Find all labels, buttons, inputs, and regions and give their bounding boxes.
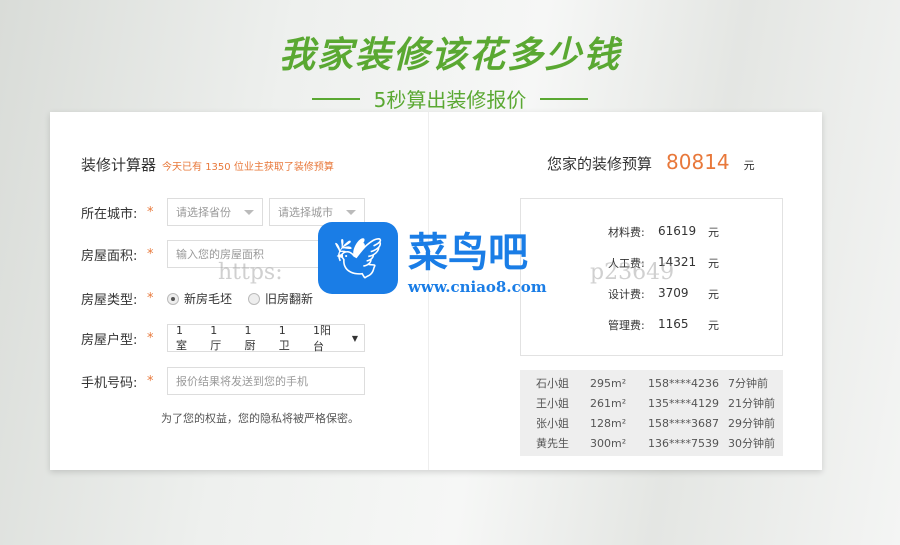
required-star: *: [147, 330, 154, 346]
list-item: 石小姐 295m² 158****4236 7分钟前: [520, 373, 783, 393]
quote-time: 7分钟前: [728, 377, 768, 390]
layout-kitchen: 1厨: [244, 323, 256, 352]
required-star: *: [147, 246, 154, 262]
divider: [311, 97, 360, 100]
quote-name: 王小姐: [536, 397, 569, 410]
fee-value: 1165: [658, 317, 689, 331]
required-star: *: [147, 291, 154, 306]
quote-name: 黄先生: [536, 437, 569, 450]
calculator-title-text: 装修计算器: [81, 156, 157, 174]
fee-unit: 元: [708, 319, 719, 332]
quote-time: 29分钟前: [728, 417, 775, 430]
layout-room: 1室: [176, 323, 187, 352]
watermark-faint-text: https:: [218, 260, 283, 285]
quote-phone: 158****4236: [648, 376, 719, 390]
radio-renovate-label: 旧房翻新: [265, 292, 314, 306]
radio-renovate[interactable]: 旧房翻新: [248, 290, 313, 307]
phone-placeholder: 报价结果将发送到您的手机: [176, 375, 308, 388]
watermark-name: 菜鸟吧: [408, 229, 528, 276]
quote-time: 30分钟前: [728, 437, 775, 450]
fee-value: 61619: [658, 224, 697, 238]
phone-label: 手机号码:: [81, 375, 138, 391]
province-select[interactable]: 请选择省份: [167, 198, 263, 226]
layout-hall: 1厅: [210, 323, 222, 352]
quote-time: 21分钟前: [728, 397, 775, 410]
layout-row: 房屋户型: * 1室 1厅 1厨 1卫 1阳台 ▼: [81, 323, 365, 353]
fee-row: 管理费: 1165 元: [608, 317, 719, 333]
radio-new-label: 新房毛坯: [184, 292, 233, 306]
radio-new[interactable]: 新房毛坯: [167, 290, 232, 307]
type-row: 房屋类型: * 新房毛坯 旧房翻新: [81, 289, 329, 308]
budget-total: 80814: [666, 150, 730, 174]
list-item: 张小姐 128m² 158****3687 29分钟前: [520, 413, 783, 433]
fee-value: 3709: [658, 286, 689, 300]
fee-row: 材料费: 61619 元: [608, 224, 719, 240]
fee-unit: 元: [708, 257, 719, 270]
area-label: 房屋面积:: [81, 248, 138, 264]
watermark-url: www.cniao8.com: [408, 278, 547, 296]
watermark-faint-text: p23649: [590, 260, 675, 285]
phone-input[interactable]: 报价结果将发送到您的手机: [167, 367, 365, 395]
fee-unit: 元: [708, 226, 719, 239]
calculator-hint: 今天已有 1350 位业主获取了装修预算: [162, 162, 334, 173]
chevron-down-icon: ▼: [351, 333, 358, 343]
quote-phone: 135****4129: [648, 396, 719, 410]
province-placeholder: 请选择省份: [176, 206, 231, 219]
radio-unchecked-icon: [248, 292, 261, 305]
layout-select[interactable]: 1室 1厅 1厨 1卫 1阳台 ▼: [167, 323, 365, 353]
subtitle-text: 5秒算出装修报价: [373, 88, 527, 112]
quote-name: 石小姐: [536, 377, 569, 390]
required-star: *: [147, 204, 154, 220]
required-star: *: [147, 373, 154, 389]
quote-area: 295m²: [590, 376, 627, 390]
quote-area: 261m²: [590, 396, 627, 410]
city-placeholder: 请选择城市: [278, 206, 333, 219]
recent-quotes-list: 石小姐 295m² 158****4236 7分钟前 王小姐 261m² 135****4…: [520, 370, 783, 456]
budget-unit: 元: [743, 159, 755, 172]
list-item: 王小姐 261m² 135****4129 21分钟前: [520, 393, 783, 413]
quote-phone: 136****7539: [648, 436, 719, 450]
quote-name: 张小姐: [536, 417, 569, 430]
fee-label: 设计费:: [608, 288, 645, 301]
watermark-text: 菜鸟吧 www.cniao8.com: [408, 220, 547, 296]
budget-title: 您家的装修预算 80814 元: [547, 150, 755, 174]
budget-title-text: 您家的装修预算: [547, 155, 653, 173]
phone-row: 手机号码: * 报价结果将发送到您的手机: [81, 367, 365, 395]
fee-label: 管理费:: [608, 319, 645, 332]
page-title: 我家装修该花多少钱: [278, 35, 621, 76]
page-subtitle: 5秒算出装修报价: [0, 84, 900, 113]
bird-icon: 🕊: [318, 222, 398, 294]
city-label: 所在城市:: [81, 206, 138, 222]
radio-checked-icon: [167, 292, 179, 305]
header: 我家装修该花多少钱 5秒算出装修报价: [0, 26, 900, 113]
layout-bath: 1卫: [278, 323, 290, 352]
fee-unit: 元: [708, 288, 719, 301]
divider: [540, 97, 589, 100]
layout-label: 房屋户型:: [81, 332, 138, 348]
fee-label: 材料费:: [608, 226, 645, 239]
calculator-title: 装修计算器 今天已有 1350 位业主获取了装修预算: [81, 154, 334, 175]
layout-balcony: 1阳台: [313, 324, 331, 353]
fee-row: 设计费: 3709 元: [608, 286, 719, 302]
quote-area: 300m²: [590, 436, 627, 450]
quote-area: 128m²: [590, 416, 627, 430]
quote-phone: 158****3687: [648, 416, 719, 430]
type-label: 房屋类型:: [81, 293, 138, 308]
list-item: 黄先生 300m² 136****7539 30分钟前: [520, 433, 783, 453]
privacy-note: 为了您的权益，您的隐私将被严格保密。: [161, 412, 359, 425]
watermark-logo: 🕊 菜鸟吧 www.cniao8.com: [318, 220, 547, 296]
